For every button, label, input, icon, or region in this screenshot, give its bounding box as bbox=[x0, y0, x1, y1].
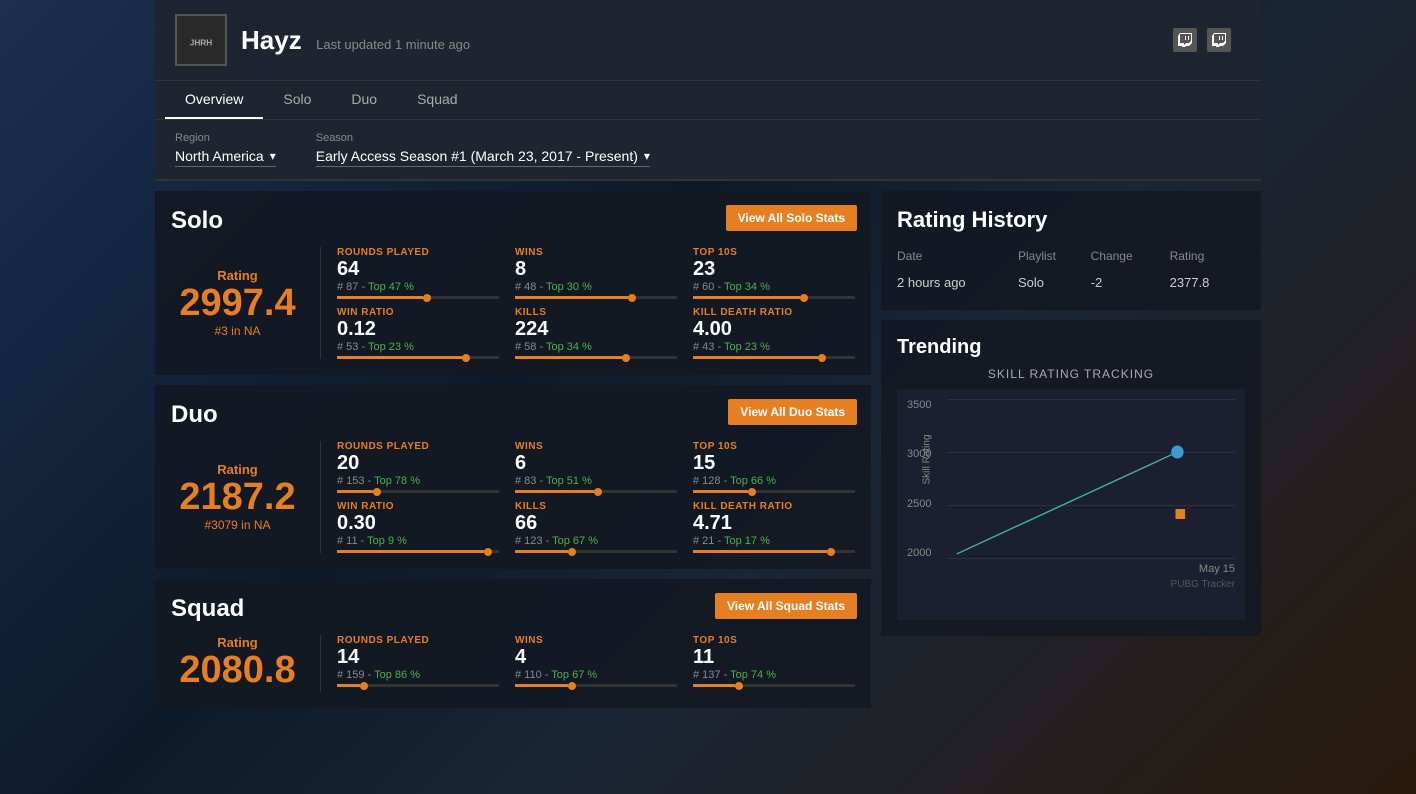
x-label-may15: May 15 bbox=[1199, 563, 1235, 575]
rating-history-row: 2 hours ago Solo -2 2377.8 bbox=[897, 271, 1245, 294]
squad-stat-top10s: TOP 10S 11 # 137 - Top 74 % bbox=[693, 635, 855, 692]
duo-rating-label: Rating bbox=[217, 462, 257, 477]
solo-stat-rounds: ROUNDS PLAYED 64 # 87 - Top 47 % bbox=[337, 247, 499, 299]
trending-title: Trending bbox=[897, 336, 1245, 359]
svg-text:JHRH: JHRH bbox=[190, 38, 213, 48]
trending-card: Trending SKILL RATING TRACKING Skill Rat… bbox=[881, 320, 1261, 636]
solo-rating-col: Rating 2997.4 #3 in NA bbox=[171, 247, 321, 359]
chart-svg bbox=[947, 399, 1235, 559]
duo-stat-winratio: WIN RATIO 0.30 # 11 - Top 9 % bbox=[337, 501, 499, 553]
duo-stat-kills: KILLS 66 # 123 - Top 67 % bbox=[515, 501, 677, 553]
tab-duo[interactable]: Duo bbox=[331, 81, 397, 119]
stats-column: Solo View All Solo Stats Rating 2997.4 #… bbox=[155, 191, 881, 718]
history-playlist: Solo bbox=[1018, 271, 1091, 294]
chart-container: Skill Rating 3500 3000 2500 2000 bbox=[897, 389, 1245, 620]
squad-section: Squad View All Squad Stats Rating 2080.8… bbox=[155, 579, 871, 708]
duo-section: Duo View All Duo Stats Rating 2187.2 #30… bbox=[155, 385, 871, 569]
last-updated: Last updated 1 minute ago bbox=[316, 37, 470, 52]
main-layout: Solo View All Solo Stats Rating 2997.4 #… bbox=[155, 191, 1261, 718]
filters: Region North America ▾ Season Early Acce… bbox=[155, 120, 1261, 181]
col-playlist: Playlist bbox=[1018, 245, 1091, 271]
season-value[interactable]: Early Access Season #1 (March 23, 2017 -… bbox=[316, 148, 638, 164]
username: Hayz bbox=[241, 25, 302, 55]
col-date: Date bbox=[897, 245, 1018, 271]
squad-stat-wins: WINS 4 # 110 - Top 67 % bbox=[515, 635, 677, 692]
history-change: -2 bbox=[1091, 271, 1170, 294]
rating-history-table: Date Playlist Change Rating 2 hours ago … bbox=[897, 245, 1245, 294]
twitch-icon-1[interactable] bbox=[1173, 28, 1197, 52]
region-filter: Region North America ▾ bbox=[175, 132, 276, 167]
twitch-icon-2[interactable] bbox=[1207, 28, 1231, 52]
region-chevron-icon[interactable]: ▾ bbox=[270, 149, 276, 163]
squad-stats-grid: ROUNDS PLAYED 14 # 159 - Top 86 % WINS 4… bbox=[337, 635, 855, 692]
squad-rating-col: Rating 2080.8 bbox=[171, 635, 321, 692]
view-all-squad-button[interactable]: View All Squad Stats bbox=[715, 593, 857, 619]
season-label: Season bbox=[316, 132, 650, 144]
solo-rating-value: 2997.4 bbox=[179, 283, 295, 325]
history-rating: 2377.8 bbox=[1170, 271, 1245, 294]
chart-title: SKILL RATING TRACKING bbox=[897, 367, 1245, 381]
tab-solo[interactable]: Solo bbox=[263, 81, 331, 119]
solo-rating-label: Rating bbox=[217, 268, 257, 283]
solo-stat-top10s: TOP 10S 23 # 60 - Top 34 % bbox=[693, 247, 855, 299]
pubg-tracker-label: PUBG Tracker bbox=[947, 579, 1235, 590]
tab-squad[interactable]: Squad bbox=[397, 81, 477, 119]
solo-stat-kills: KILLS 224 # 58 - Top 34 % bbox=[515, 307, 677, 359]
region-value[interactable]: North America bbox=[175, 148, 264, 164]
rating-history-title: Rating History bbox=[897, 207, 1245, 233]
season-chevron-icon[interactable]: ▾ bbox=[644, 149, 650, 163]
squad-rating-value: 2080.8 bbox=[179, 650, 295, 692]
rating-history-card: Rating History Date Playlist Change Rati… bbox=[881, 191, 1261, 310]
view-all-solo-button[interactable]: View All Solo Stats bbox=[726, 205, 857, 231]
duo-stat-wins: WINS 6 # 83 - Top 51 % bbox=[515, 441, 677, 493]
solo-section: Solo View All Solo Stats Rating 2997.4 #… bbox=[155, 191, 871, 375]
squad-stat-rounds: ROUNDS PLAYED 14 # 159 - Top 86 % bbox=[337, 635, 499, 692]
nav-tabs: Overview Solo Duo Squad bbox=[155, 81, 1261, 120]
solo-rating-rank: #3 in NA bbox=[214, 324, 260, 338]
solo-stat-wins: WINS 8 # 48 - Top 30 % bbox=[515, 247, 677, 299]
avatar: JHRH bbox=[175, 14, 227, 66]
squad-rating-label: Rating bbox=[217, 635, 257, 650]
solo-stats-row: Rating 2997.4 #3 in NA ROUNDS PLAYED 64 … bbox=[171, 247, 855, 359]
duo-stat-kdr: KILL DEATH RATIO 4.71 # 21 - Top 17 % bbox=[693, 501, 855, 553]
chart-area: Skill Rating 3500 3000 2500 2000 bbox=[947, 399, 1235, 559]
y-labels: 3500 3000 2500 2000 bbox=[907, 399, 931, 559]
duo-rating-col: Rating 2187.2 #3079 in NA bbox=[171, 441, 321, 553]
solo-stat-kdr: KILL DEATH RATIO 4.00 # 43 - Top 23 % bbox=[693, 307, 855, 359]
sidebar: Rating History Date Playlist Change Rati… bbox=[881, 191, 1261, 718]
view-all-duo-button[interactable]: View All Duo Stats bbox=[728, 399, 857, 425]
history-date: 2 hours ago bbox=[897, 271, 1018, 294]
col-change: Change bbox=[1091, 245, 1170, 271]
solo-stats-grid: ROUNDS PLAYED 64 # 87 - Top 47 % WINS 8 … bbox=[337, 247, 855, 359]
duo-stat-top10s: TOP 10S 15 # 128 - Top 66 % bbox=[693, 441, 855, 493]
tab-overview[interactable]: Overview bbox=[165, 81, 263, 119]
nav-icons bbox=[1173, 28, 1241, 52]
header: JHRH Hayz Last updated 1 minute ago bbox=[155, 0, 1261, 81]
duo-rating-rank: #3079 in NA bbox=[204, 518, 270, 532]
duo-stat-rounds: ROUNDS PLAYED 20 # 153 - Top 78 % bbox=[337, 441, 499, 493]
x-labels: May 15 bbox=[947, 563, 1235, 575]
solo-stat-winratio: WIN RATIO 0.12 # 53 - Top 23 % bbox=[337, 307, 499, 359]
squad-stats-row: Rating 2080.8 ROUNDS PLAYED 14 # 159 - T… bbox=[171, 635, 855, 692]
season-filter: Season Early Access Season #1 (March 23,… bbox=[316, 132, 650, 167]
duo-stats-grid: ROUNDS PLAYED 20 # 153 - Top 78 % WINS 6… bbox=[337, 441, 855, 553]
col-rating: Rating bbox=[1170, 245, 1245, 271]
duo-rating-value: 2187.2 bbox=[179, 477, 295, 519]
region-label: Region bbox=[175, 132, 276, 144]
duo-stats-row: Rating 2187.2 #3079 in NA ROUNDS PLAYED … bbox=[171, 441, 855, 553]
